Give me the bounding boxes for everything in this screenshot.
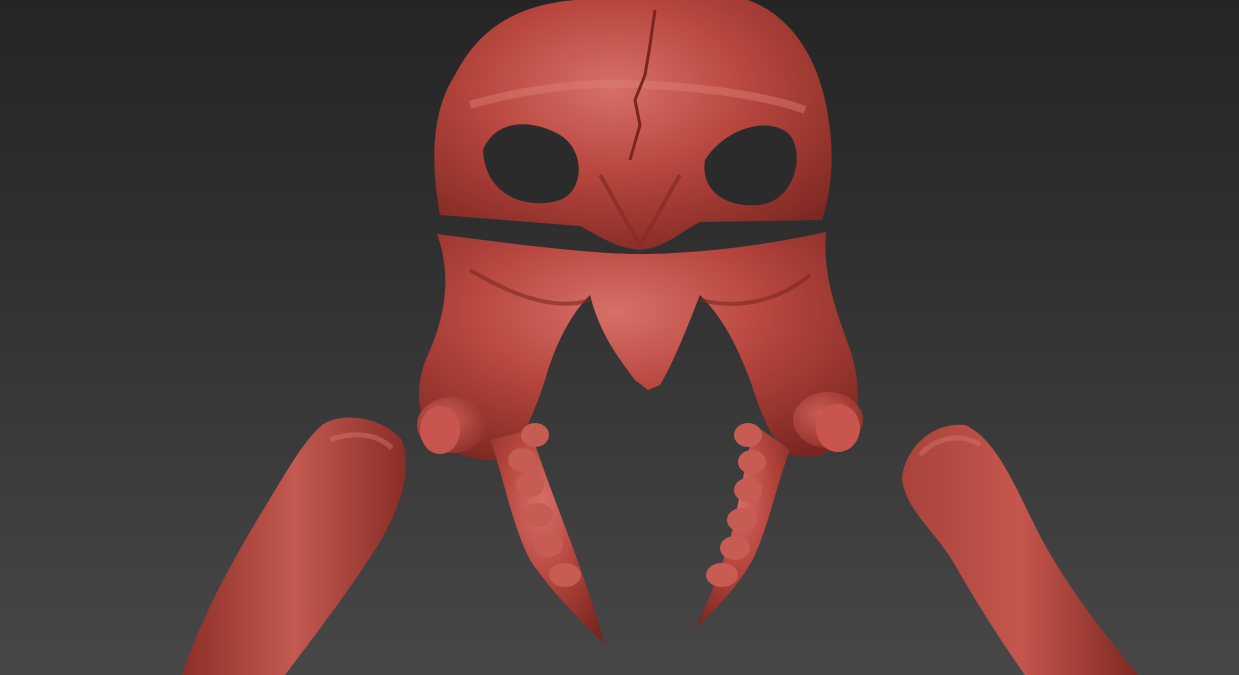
right-arm-shape bbox=[902, 424, 1138, 675]
left-sucker-5 bbox=[533, 533, 563, 557]
right-sucker-1 bbox=[734, 423, 762, 447]
right-knob-face bbox=[816, 404, 860, 452]
right-sucker-5 bbox=[720, 536, 750, 560]
left-knob-face bbox=[420, 406, 460, 454]
right-sucker-3 bbox=[734, 478, 762, 502]
left-sucker-3 bbox=[516, 473, 544, 497]
left-arm-icon[interactable] bbox=[182, 417, 406, 675]
left-tentacle-icon[interactable] bbox=[490, 423, 605, 645]
left-sucker-1 bbox=[521, 423, 549, 447]
left-sucker-6 bbox=[549, 563, 581, 587]
right-arm-icon[interactable] bbox=[902, 424, 1138, 675]
left-sucker-2 bbox=[508, 448, 536, 472]
left-arm-shape bbox=[182, 417, 406, 675]
jaw-icon[interactable] bbox=[417, 232, 863, 461]
right-tentacle-icon[interactable] bbox=[695, 423, 790, 628]
right-sucker-4 bbox=[727, 508, 757, 532]
right-sucker-2 bbox=[738, 450, 766, 474]
sculpt-canvas[interactable] bbox=[0, 0, 1239, 675]
left-sucker-4 bbox=[523, 503, 553, 527]
right-sucker-6 bbox=[706, 563, 738, 587]
skull-top-icon[interactable] bbox=[434, 0, 832, 250]
skull-top-shape bbox=[434, 0, 832, 250]
sculpt-viewport[interactable] bbox=[0, 0, 1239, 675]
